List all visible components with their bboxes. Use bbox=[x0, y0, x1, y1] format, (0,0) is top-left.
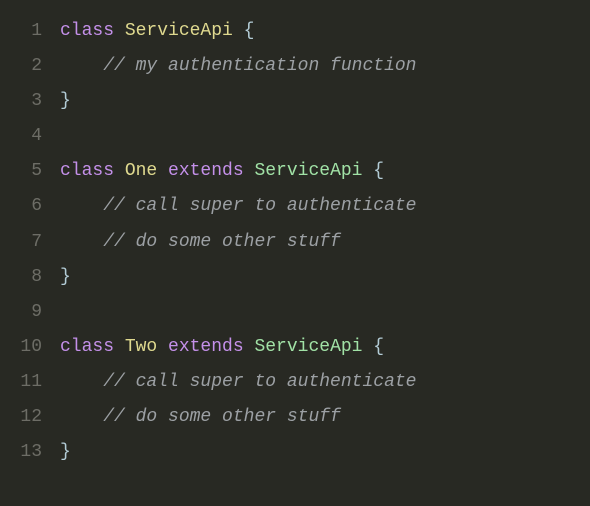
code-token: class bbox=[60, 337, 125, 357]
line-number: 1 bbox=[0, 14, 42, 49]
code-line: class One extends ServiceApi { bbox=[60, 154, 590, 189]
code-token: { bbox=[373, 161, 384, 181]
line-number: 12 bbox=[0, 400, 42, 435]
code-token: // call super to authenticate bbox=[103, 196, 416, 216]
code-line: // call super to authenticate bbox=[60, 189, 590, 224]
line-number: 3 bbox=[0, 84, 42, 119]
code-editor: 12345678910111213 class ServiceApi { // … bbox=[0, 14, 590, 470]
code-token: } bbox=[60, 91, 71, 111]
code-token: { bbox=[373, 337, 384, 357]
line-number: 11 bbox=[0, 365, 42, 400]
code-content: class ServiceApi { // my authentication … bbox=[60, 14, 590, 470]
line-number: 6 bbox=[0, 189, 42, 224]
line-number: 13 bbox=[0, 435, 42, 470]
code-line: // do some other stuff bbox=[60, 225, 590, 260]
code-line: class Two extends ServiceApi { bbox=[60, 330, 590, 365]
code-token: { bbox=[244, 21, 255, 41]
line-number: 5 bbox=[0, 154, 42, 189]
code-token: ServiceApi bbox=[254, 337, 373, 357]
line-number: 4 bbox=[0, 119, 42, 154]
code-token: extends bbox=[168, 337, 254, 357]
code-line: } bbox=[60, 435, 590, 470]
code-line: // my authentication function bbox=[60, 49, 590, 84]
code-line: // do some other stuff bbox=[60, 400, 590, 435]
line-number: 10 bbox=[0, 330, 42, 365]
code-token bbox=[60, 56, 103, 76]
line-number: 9 bbox=[0, 295, 42, 330]
code-line: } bbox=[60, 84, 590, 119]
code-line: // call super to authenticate bbox=[60, 365, 590, 400]
code-line bbox=[60, 119, 590, 154]
line-number: 7 bbox=[0, 225, 42, 260]
code-line: } bbox=[60, 260, 590, 295]
line-number-gutter: 12345678910111213 bbox=[0, 14, 60, 470]
code-token bbox=[60, 196, 103, 216]
code-token: } bbox=[60, 267, 71, 287]
code-token: class bbox=[60, 161, 125, 181]
code-token bbox=[60, 372, 103, 392]
code-token: // do some other stuff bbox=[103, 232, 341, 252]
code-token bbox=[60, 407, 103, 427]
line-number: 2 bbox=[0, 49, 42, 84]
code-token: // call super to authenticate bbox=[103, 372, 416, 392]
code-token: } bbox=[60, 442, 71, 462]
code-token: // do some other stuff bbox=[103, 407, 341, 427]
code-token: ServiceApi bbox=[254, 161, 373, 181]
code-token: // my authentication function bbox=[103, 56, 416, 76]
code-token: ServiceApi bbox=[125, 21, 244, 41]
code-line: class ServiceApi { bbox=[60, 14, 590, 49]
code-token: extends bbox=[168, 161, 254, 181]
code-token: Two bbox=[125, 337, 168, 357]
code-token: One bbox=[125, 161, 168, 181]
code-line bbox=[60, 295, 590, 330]
code-token: class bbox=[60, 21, 125, 41]
code-token bbox=[60, 232, 103, 252]
line-number: 8 bbox=[0, 260, 42, 295]
